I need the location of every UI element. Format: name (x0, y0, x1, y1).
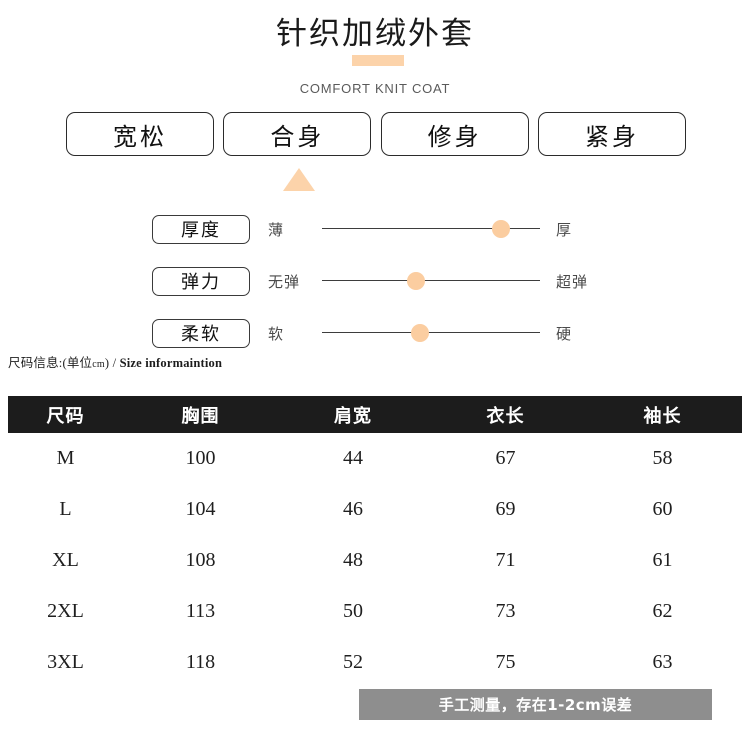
title-underline-accent (352, 55, 404, 66)
table-row: 2XL 113 50 73 62 (8, 586, 742, 637)
cell-shoulder: 46 (278, 484, 428, 535)
cell-sleeve: 63 (583, 637, 742, 688)
cell-size: XL (8, 535, 123, 586)
cell-length: 75 (428, 637, 583, 688)
fit-option-slim[interactable]: 修身 (380, 112, 529, 156)
cell-bust: 108 (123, 535, 278, 586)
slider-knob[interactable] (491, 220, 510, 238)
property-row-elasticity: 弹力 无弹 超弹 (0, 255, 750, 307)
cell-size: 3XL (8, 637, 123, 688)
cell-sleeve: 61 (583, 535, 742, 586)
cell-shoulder: 44 (278, 433, 428, 484)
fit-option-loose[interactable]: 宽松 (66, 112, 214, 156)
fit-option-label: 宽松 (113, 122, 167, 151)
cell-shoulder: 50 (278, 586, 428, 637)
cell-length: 73 (428, 586, 583, 637)
property-min-label-elasticity: 无弹 (268, 273, 301, 291)
selected-fit-caret-icon (283, 168, 315, 191)
cell-sleeve: 58 (583, 433, 742, 484)
column-header-shoulder: 肩宽 (278, 396, 428, 433)
cell-size: M (8, 433, 123, 484)
property-max-label-elasticity: 超弹 (556, 273, 589, 291)
slider-knob[interactable] (406, 272, 425, 290)
cell-shoulder: 52 (278, 637, 428, 688)
cell-shoulder: 48 (278, 535, 428, 586)
property-tag-elasticity: 弹力 (152, 266, 250, 296)
cell-bust: 100 (123, 433, 278, 484)
property-slider-thickness[interactable] (322, 216, 540, 242)
cell-bust: 104 (123, 484, 278, 535)
fit-option-regular[interactable]: 合身 (223, 112, 372, 156)
property-tag-label: 柔软 (181, 324, 221, 345)
table-row: L 104 46 69 60 (8, 484, 742, 535)
slider-track (322, 332, 540, 334)
cell-length: 67 (428, 433, 583, 484)
property-tag-label: 弹力 (181, 272, 221, 293)
property-tag-label: 厚度 (181, 220, 221, 241)
cell-length: 69 (428, 484, 583, 535)
column-header-bust: 胸围 (123, 396, 278, 433)
fit-option-label: 紧身 (584, 122, 639, 151)
fit-option-label: 合身 (270, 122, 325, 151)
page-subtitle: COMFORT KNIT COAT (299, 81, 451, 96)
property-max-label-thickness: 厚 (556, 221, 573, 239)
size-chart-table: 尺码 胸围 肩宽 衣长 袖长 M 100 44 67 58 L 104 46 6… (8, 396, 742, 688)
size-info-caption: 尺码信息:(单位cm) / Size informaintion (8, 352, 222, 371)
page-title: 针织加绒外套 (276, 16, 474, 52)
cell-length: 71 (428, 535, 583, 586)
column-header-sleeve: 袖长 (583, 396, 742, 433)
size-caption-cn: 尺码信息:(单位 (8, 356, 93, 370)
property-slider-elasticity[interactable] (322, 268, 540, 294)
property-tag-thickness: 厚度 (152, 214, 250, 244)
cell-size: L (8, 484, 123, 535)
table-row: M 100 44 67 58 (8, 433, 742, 484)
fit-option-tight[interactable]: 紧身 (537, 112, 686, 156)
property-max-label-softness: 硬 (556, 325, 573, 343)
fit-option-label: 修身 (427, 122, 482, 151)
product-size-infographic: 针织加绒外套 COMFORT KNIT COAT 宽松 合身 修身 紧身 厚度 … (0, 0, 750, 739)
property-slider-softness[interactable] (322, 320, 540, 346)
property-tag-softness: 柔软 (152, 318, 250, 348)
slider-track (322, 280, 540, 282)
property-row-thickness: 厚度 薄 厚 (0, 203, 750, 255)
cell-size: 2XL (8, 586, 123, 637)
cell-bust: 118 (123, 637, 278, 688)
column-header-size: 尺码 (8, 396, 123, 433)
property-min-label-softness: 软 (268, 325, 285, 343)
size-caption-cn-close: ) / (104, 356, 120, 370)
table-header-row: 尺码 胸围 肩宽 衣长 袖长 (8, 396, 742, 433)
cell-sleeve: 62 (583, 586, 742, 637)
table-row: 3XL 118 52 75 63 (8, 637, 742, 688)
cell-sleeve: 60 (583, 484, 742, 535)
property-sliders: 厚度 薄 厚 弹力 无弹 超弹 柔软 软 硬 (0, 203, 750, 359)
size-caption-en: Size informaintion (119, 356, 223, 370)
fit-options-group: 宽松 合身 修身 紧身 (66, 111, 686, 157)
measurement-disclaimer: 手工测量，存在1-2cm误差 (359, 689, 712, 720)
column-header-length: 衣长 (428, 396, 583, 433)
slider-knob[interactable] (411, 324, 430, 342)
cell-bust: 113 (123, 586, 278, 637)
table-row: XL 108 48 71 61 (8, 535, 742, 586)
property-min-label-thickness: 薄 (268, 221, 285, 239)
table-body: M 100 44 67 58 L 104 46 69 60 XL 108 48 … (8, 433, 742, 688)
size-caption-unit: cm (92, 359, 105, 370)
